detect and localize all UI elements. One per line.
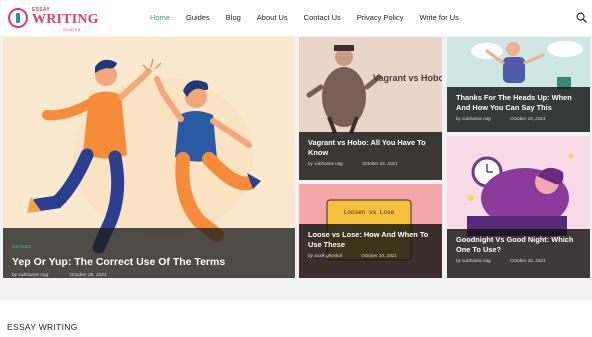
post-author[interactable]: by subhamw nag (456, 258, 491, 263)
search-icon[interactable] (576, 12, 587, 23)
category-badge[interactable]: GUIDES (12, 244, 31, 249)
site-header: ESSAY WRITING GUIDES Home Guides Blog Ab… (0, 0, 592, 36)
post-meta: by aoxlk ghoskal October 10, 2021 (308, 253, 433, 258)
post-card[interactable]: Vagrant vs Hobo Vagrant vs Hobo: All You… (299, 37, 442, 180)
post-title[interactable]: Vagrant vs Hobo: All You Have To Know (308, 138, 433, 158)
nav-item-privacy-policy[interactable]: Privacy Policy (357, 13, 404, 25)
post-card-overlay: Loose vs Lose: How And When To Use These… (299, 224, 442, 278)
section-title: ESSAY WRITING (7, 322, 78, 332)
featured-post-overlay: GUIDES Yep Or Yup: The Correct Use Of Th… (3, 228, 295, 278)
post-card[interactable]: Thanks For The Heads Up: When And How Yo… (447, 37, 590, 132)
logo-sub-text: GUIDES (63, 27, 81, 32)
nav-item-contact-us[interactable]: Contact Us (304, 13, 341, 25)
post-date: October 10, 2021 (510, 258, 546, 263)
post-author[interactable]: by subhamw nag (308, 161, 343, 166)
post-card-overlay: Vagrant vs Hobo: All You Have To Know by… (299, 132, 442, 180)
post-meta: by subhamw nag October 26, 2021 (308, 161, 433, 166)
featured-post-title[interactable]: Yep Or Yup: The Correct Use Of The Terms (12, 256, 286, 268)
site-logo[interactable]: ESSAY WRITING GUIDES (8, 6, 100, 32)
post-title[interactable]: Goodnight Vs Good Night: Which One To Us… (456, 235, 581, 255)
nav-item-home[interactable]: Home (150, 13, 170, 25)
post-date: October 10, 2021 (510, 116, 546, 121)
post-author[interactable]: by subhamw nag (12, 273, 48, 278)
card-image-text: Loosen vs Lose (344, 209, 395, 216)
post-meta: by subhamw nag October 10, 2021 (456, 116, 581, 121)
post-author[interactable]: by subhamw nag (456, 116, 491, 121)
post-card[interactable]: Goodnight Vs Good Night: Which One To Us… (447, 136, 590, 278)
card-image-text: Vagrant vs Hobo (373, 73, 442, 83)
main-nav: Home Guides Blog About Us Contact Us Pri… (150, 13, 475, 25)
section-bar (0, 300, 592, 337)
post-meta: by subhamw nag October 10, 2021 (456, 258, 581, 263)
nav-item-about-us[interactable]: About Us (257, 13, 288, 25)
logo-main-text: WRITING (32, 12, 99, 27)
post-card-overlay: Thanks For The Heads Up: When And How Yo… (447, 87, 590, 132)
logo-pencil-icon (8, 8, 28, 28)
nav-item-write-for-us[interactable]: Write for Us (419, 13, 458, 25)
post-date: October 10, 2021 (361, 253, 397, 258)
post-card-overlay: Goodnight Vs Good Night: Which One To Us… (447, 229, 590, 278)
post-title[interactable]: Thanks For The Heads Up: When And How Yo… (456, 93, 581, 113)
featured-post-card[interactable]: GUIDES Yep Or Yup: The Correct Use Of Th… (3, 37, 295, 278)
post-card[interactable]: Loosen vs Lose Loose vs Lose: How And Wh… (299, 184, 442, 278)
post-author[interactable]: by aoxlk ghoskal (308, 253, 342, 258)
post-title[interactable]: Loose vs Lose: How And When To Use These (308, 230, 433, 250)
post-date: October 26, 2021 (362, 161, 398, 166)
featured-post-meta: by subhamw nag October 26, 2021 (12, 273, 286, 278)
nav-item-guides[interactable]: Guides (186, 13, 210, 25)
nav-item-blog[interactable]: Blog (226, 13, 241, 25)
post-date: October 26, 2021 (69, 273, 107, 278)
